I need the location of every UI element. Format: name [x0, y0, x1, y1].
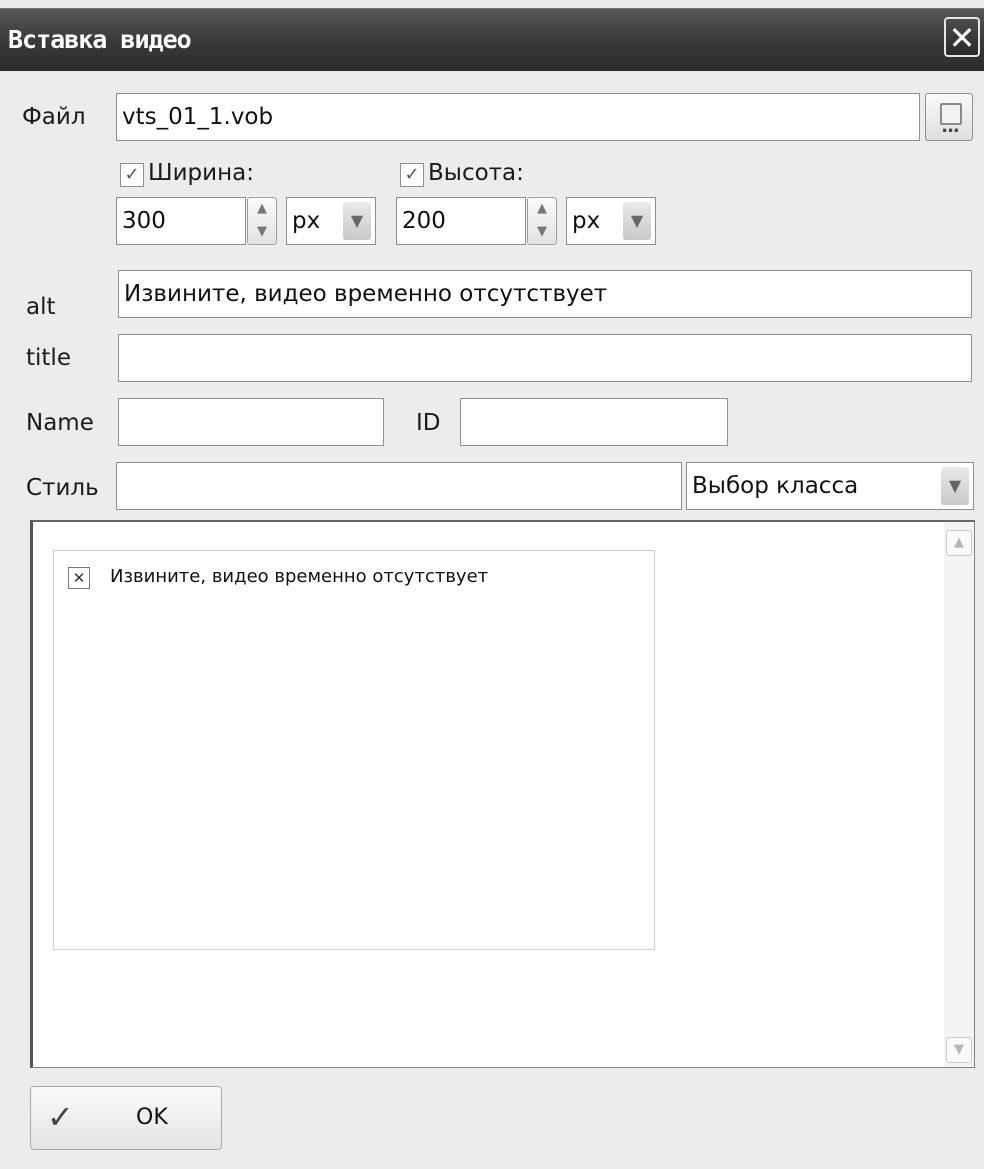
scroll-up-icon[interactable]: ▲ — [946, 530, 972, 556]
alt-input[interactable]: Извините, видео временно отсутствует — [118, 270, 972, 318]
spin-up-icon[interactable]: ▲ — [528, 198, 556, 221]
width-label: Ширина: — [148, 160, 254, 186]
check-icon: ✓ — [47, 1098, 74, 1136]
id-label: ID — [416, 410, 441, 436]
spin-down-icon[interactable]: ▼ — [528, 221, 556, 244]
height-unit-select[interactable]: px ▼ — [566, 197, 656, 245]
name-label: Name — [26, 410, 94, 436]
broken-media-icon: ✕ — [68, 567, 90, 589]
alt-value: Извините, видео временно отсутствует — [124, 281, 608, 307]
chevron-down-icon[interactable]: ▼ — [343, 202, 371, 240]
height-input[interactable]: 200 — [396, 197, 526, 245]
width-unit-value: px — [292, 208, 321, 234]
preview-alt-text: Извините, видео временно отсутствует — [110, 566, 489, 587]
browse-button[interactable]: ... — [925, 93, 973, 141]
name-input[interactable] — [118, 398, 384, 446]
chevron-down-icon[interactable]: ▼ — [623, 202, 651, 240]
ok-button[interactable]: ✓ OK — [30, 1086, 222, 1150]
dialog-title: Вставка видео — [8, 25, 192, 54]
width-value: 300 — [122, 208, 166, 234]
class-select[interactable]: Выбор класса ▼ — [686, 462, 974, 510]
ok-button-label: OK — [136, 1105, 168, 1130]
width-spinner[interactable]: ▲ ▼ — [247, 197, 277, 245]
height-value: 200 — [402, 208, 446, 234]
spin-up-icon[interactable]: ▲ — [248, 198, 276, 221]
title-label: title — [26, 345, 71, 371]
spin-down-icon[interactable]: ▼ — [248, 221, 276, 244]
chevron-down-icon[interactable]: ▼ — [941, 467, 969, 505]
browse-dots: ... — [941, 116, 960, 137]
class-select-value: Выбор класса — [692, 473, 859, 499]
height-label: Высота: — [428, 160, 524, 186]
checkmark-icon: ✓ — [124, 164, 140, 185]
title-input[interactable] — [118, 334, 972, 382]
video-preview-area[interactable]: ✕ Извините, видео временно отсутствует ▲… — [30, 520, 975, 1068]
height-spinner[interactable]: ▲ ▼ — [527, 197, 557, 245]
insert-video-dialog: Вставка видео ✕ Файл vts_01_1.vob ... ✓ … — [0, 0, 984, 1169]
file-label: Файл — [22, 104, 86, 130]
height-unit-value: px — [572, 208, 601, 234]
style-input[interactable] — [116, 462, 682, 510]
scroll-down-icon[interactable]: ▼ — [946, 1037, 972, 1063]
width-input[interactable]: 300 — [116, 197, 246, 245]
close-button[interactable]: ✕ — [944, 17, 980, 57]
title-bar[interactable]: Вставка видео ✕ — [0, 8, 984, 71]
close-icon: ✕ — [948, 19, 976, 57]
width-unit-select[interactable]: px ▼ — [286, 197, 376, 245]
video-placeholder: ✕ Извините, видео временно отсутствует — [53, 550, 655, 950]
file-input-value: vts_01_1.vob — [122, 104, 274, 130]
vertical-scrollbar[interactable]: ▲ ▼ — [944, 522, 974, 1067]
id-input[interactable] — [460, 398, 728, 446]
checkmark-icon: ✓ — [404, 164, 420, 185]
style-label: Стиль — [26, 475, 99, 501]
alt-label: alt — [26, 294, 56, 320]
width-checkbox[interactable]: ✓ — [120, 163, 144, 187]
file-input[interactable]: vts_01_1.vob — [116, 93, 920, 141]
height-checkbox[interactable]: ✓ — [400, 163, 424, 187]
